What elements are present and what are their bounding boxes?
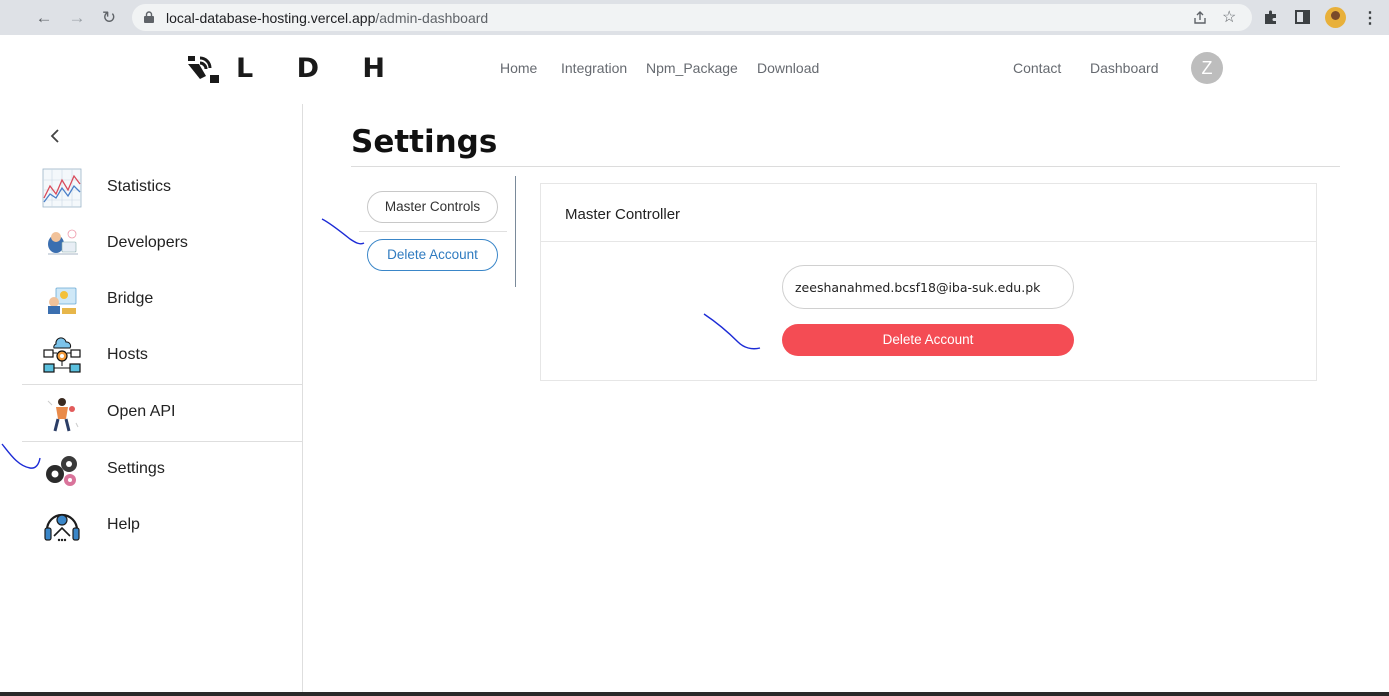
browser-toolbar: ← → ↻ local-database-hosting.vercel.app/… [0,0,1389,35]
card-title: Master Controller [565,206,681,223]
tab-delete-account[interactable]: Delete Account [367,239,498,271]
profile-avatar-icon[interactable] [1325,7,1346,28]
nav-integration-link[interactable]: Integration [561,60,627,76]
share-icon[interactable] [1192,10,1208,26]
open-api-icon [47,398,79,432]
sidebar-item-open-api[interactable]: Open API [22,384,302,442]
master-controller-card: Master Controller Delete Account [540,183,1317,381]
sidebar-item-bridge[interactable]: Bridge [22,272,302,328]
nav-download-link[interactable]: Download [757,60,819,76]
url-text: local-database-hosting.vercel.app/admin-… [166,10,489,26]
settings-tabs: Master Controls Delete Account [359,176,516,287]
annotation-stroke [1,443,41,469]
statistics-icon [42,168,82,208]
sidebar-item-settings[interactable]: Settings [22,442,302,498]
annotation-stroke [703,313,761,350]
sidebar-item-hosts[interactable]: Hosts [22,328,302,384]
delete-account-button[interactable]: Delete Account [782,324,1074,356]
sidebar-item-label: Statistics [107,178,172,195]
reload-icon[interactable]: ↻ [98,7,120,29]
sidebar-item-label: Bridge [107,290,154,307]
developers-icon [48,229,78,255]
help-icon [44,513,80,542]
collapse-chevron-icon[interactable] [48,126,62,146]
bookmark-star-icon[interactable]: ☆ [1222,7,1236,27]
logo-text: L D H [236,52,403,84]
tab-master-controls[interactable]: Master Controls [367,191,498,223]
sidebar-item-label: Hosts [107,346,148,363]
annotation-stroke [321,218,365,245]
page-title: Settings [351,124,498,160]
extensions-puzzle-icon[interactable] [1263,9,1279,25]
taskbar-edge [0,692,1389,696]
sidebar-item-label: Open API [107,403,176,420]
nav-dashboard-link[interactable]: Dashboard [1090,60,1159,76]
sidebar-item-label: Settings [107,460,165,477]
site-logo[interactable]: L D H [186,52,402,84]
hosts-icon [43,337,81,373]
forward-arrow-icon[interactable]: → [66,7,88,29]
settings-icon [46,456,77,486]
side-panel-icon[interactable] [1295,10,1310,24]
nav-npm-package-link[interactable]: Npm_Package [646,60,738,76]
bridge-icon [48,287,77,314]
sidebar: Statistics Developers Bridge Hosts Open … [22,104,303,696]
sidebar-item-developers[interactable]: Developers [22,216,302,272]
back-arrow-icon[interactable]: ← [33,7,55,29]
sidebar-item-label: Developers [107,234,188,251]
tab-divider [359,231,507,232]
sidebar-item-label: Help [107,516,140,533]
sidebar-item-help[interactable]: Help [22,498,302,554]
user-avatar[interactable]: Z [1191,52,1223,84]
sidebar-item-statistics[interactable]: Statistics [22,160,302,216]
lock-icon [144,11,154,23]
nav-contact-link[interactable]: Contact [1013,60,1061,76]
card-header: Master Controller [541,184,1316,242]
email-field[interactable] [782,265,1074,309]
ldh-logo-icon [188,56,219,83]
title-divider [351,166,1340,167]
browser-menu-icon[interactable]: ⋮ [1362,8,1378,28]
nav-home-link[interactable]: Home [500,60,537,76]
address-bar[interactable]: local-database-hosting.vercel.app/admin-… [132,4,1252,31]
